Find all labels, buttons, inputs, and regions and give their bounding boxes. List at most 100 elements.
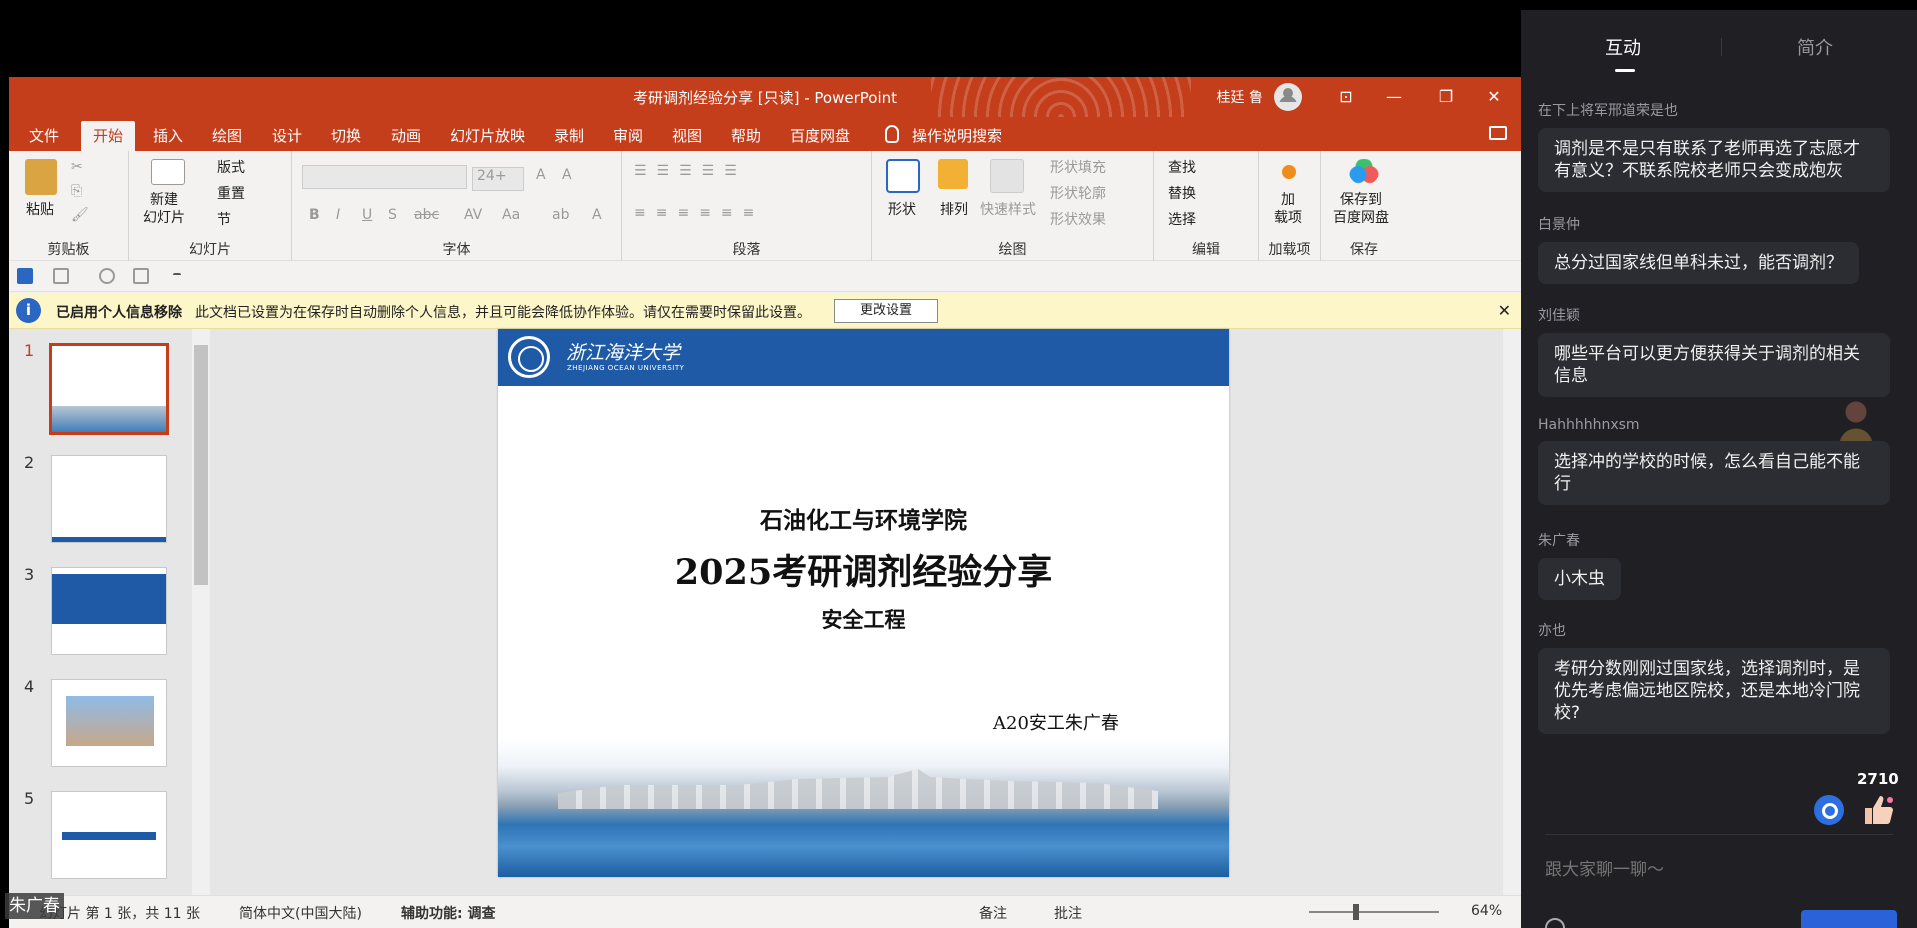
avatar[interactable]: [1274, 83, 1302, 111]
current-slide[interactable]: 浙江海洋大学 ZHEJIANG OCEAN UNIVERSITY 石油化工与环境…: [498, 329, 1229, 877]
language-status[interactable]: 简体中文(中国大陆): [239, 903, 362, 923]
shadow-icon[interactable]: S: [388, 207, 397, 223]
tab-insert[interactable]: 插入: [153, 125, 183, 146]
section-button[interactable]: 节: [217, 209, 231, 229]
shape-effects-button[interactable]: 形状效果: [1050, 209, 1106, 229]
char-spacing-icon[interactable]: AV: [464, 207, 482, 223]
chat-panel: 互动 简介 在下上将军邢道荣是也 调剂是不是只有联系了老师再选了志愿才有意义？不…: [1521, 10, 1917, 928]
message-user: Hahhhhhnxsm: [1538, 417, 1640, 433]
shape-outline-button[interactable]: 形状轮廓: [1050, 183, 1106, 203]
emoji-icon[interactable]: [1545, 918, 1565, 928]
layout-button[interactable]: 版式: [217, 157, 245, 177]
quick-access-toolbar: [9, 262, 1521, 292]
underline-icon[interactable]: U: [362, 207, 372, 223]
comments-icon[interactable]: [1489, 126, 1507, 140]
user-name[interactable]: 桂廷 鲁: [1217, 87, 1263, 107]
bold-icon[interactable]: B: [309, 207, 320, 223]
copy-icon[interactable]: ⎘: [71, 183, 82, 199]
save-baidu-button[interactable]: 保存到 百度网盘: [1333, 191, 1389, 227]
addins-button[interactable]: 加 载项: [1274, 191, 1302, 227]
shape-fill-button[interactable]: 形状填充: [1050, 157, 1106, 177]
thumb-slide-3[interactable]: [51, 567, 167, 655]
redo-icon[interactable]: [99, 268, 115, 284]
reset-button[interactable]: 重置: [217, 183, 245, 203]
thumb-slide-1[interactable]: [49, 343, 169, 435]
tab-design[interactable]: 设计: [272, 125, 302, 146]
save-icon[interactable]: [17, 268, 33, 284]
ribbon-display-icon[interactable]: ⊡: [1323, 77, 1369, 117]
message-bubble: 小木虫: [1538, 558, 1621, 600]
font-size-select[interactable]: 24+: [472, 167, 524, 191]
grow-font-icon[interactable]: A: [536, 167, 546, 183]
notes-button[interactable]: 备注: [979, 903, 1007, 923]
slide-thumbnails: 1 2 3 4 5: [9, 329, 214, 895]
find-button[interactable]: 查找: [1168, 157, 1196, 177]
zoom-knob[interactable]: [1353, 904, 1359, 920]
powerpoint-window: 考研调剂经验分享 [只读] - PowerPoint 桂廷 鲁 ⊡ — ❐ ✕ …: [9, 77, 1521, 928]
chat-input[interactable]: [1545, 855, 1893, 885]
tab-view[interactable]: 视图: [672, 125, 702, 146]
align-icons[interactable]: ≡≡≡≡≡≡: [634, 205, 764, 221]
quick-styles-button[interactable]: 快速样式: [980, 199, 1036, 219]
list-icons[interactable]: ☰☰☰☰☰: [634, 163, 747, 179]
message-user: 白景仲: [1538, 217, 1580, 233]
change-settings-button[interactable]: 更改设置: [834, 299, 938, 323]
share-icon[interactable]: [1814, 795, 1844, 825]
accessibility-status[interactable]: 辅助功能: 调查: [401, 903, 495, 923]
slide-author: A20安工朱广春: [993, 713, 1119, 734]
highlight-icon[interactable]: ab: [552, 207, 569, 223]
tab-draw[interactable]: 绘图: [212, 125, 242, 146]
editor-scrollbar[interactable]: [1503, 329, 1521, 895]
italic-icon[interactable]: I: [336, 207, 340, 223]
cut-icon[interactable]: ✂: [71, 159, 83, 175]
chat-message: 刘佳颖 哪些平台可以更方便获得关于调剂的相关信息: [1538, 305, 1890, 397]
tab-file[interactable]: 文件: [29, 125, 59, 146]
arrange-button[interactable]: 排列: [940, 199, 968, 219]
tab-help[interactable]: 帮助: [731, 125, 761, 146]
shrink-font-icon[interactable]: A: [562, 167, 572, 183]
customize-qat-icon[interactable]: [173, 273, 181, 281]
tab-intro[interactable]: 简介: [1797, 34, 1833, 60]
scroll-thumb[interactable]: [194, 345, 208, 585]
thumbnail-scrollbar[interactable]: [192, 329, 210, 895]
message-bubble: 哪些平台可以更方便获得关于调剂的相关信息: [1538, 333, 1890, 397]
zoom-level[interactable]: 64%: [1471, 903, 1502, 919]
close-icon[interactable]: ✕: [1471, 77, 1517, 117]
slide-major: 安全工程: [821, 607, 906, 632]
group-paragraph: ☰☰☰☰☰ ≡≡≡≡≡≡ 段落: [622, 151, 872, 261]
format-painter-icon[interactable]: 🖌: [71, 207, 89, 223]
restore-icon[interactable]: ❐: [1423, 77, 1469, 117]
tab-home[interactable]: 开始: [81, 121, 136, 151]
comments-button[interactable]: 批注: [1054, 903, 1082, 923]
replace-button[interactable]: 替换: [1168, 183, 1196, 203]
tab-transitions[interactable]: 切换: [331, 125, 361, 146]
baidu-cloud-icon: [1349, 159, 1379, 185]
new-slide-icon: [151, 159, 185, 185]
thumb-slide-5[interactable]: [51, 791, 167, 879]
new-slide-button[interactable]: 新建 幻灯片: [143, 191, 185, 227]
start-slideshow-icon[interactable]: [133, 268, 149, 284]
paste-button[interactable]: 粘贴: [26, 199, 54, 219]
tab-record[interactable]: 录制: [554, 125, 584, 146]
close-icon[interactable]: ✕: [1498, 301, 1511, 320]
send-button[interactable]: [1801, 910, 1897, 928]
tab-baidu[interactable]: 百度网盘: [790, 125, 850, 146]
tab-review[interactable]: 审阅: [613, 125, 643, 146]
shapes-button[interactable]: 形状: [888, 199, 916, 219]
change-case-icon[interactable]: Aa: [502, 207, 520, 223]
strikethrough-icon[interactable]: abc: [414, 207, 439, 223]
select-button[interactable]: 选择: [1168, 209, 1196, 229]
zoom-slider[interactable]: [1309, 911, 1439, 913]
tab-slideshow[interactable]: 幻灯片放映: [450, 125, 525, 146]
thumbs-up-icon[interactable]: [1861, 794, 1895, 826]
font-family-select[interactable]: [302, 165, 467, 189]
undo-icon[interactable]: [53, 268, 69, 284]
minimize-icon[interactable]: —: [1371, 77, 1417, 117]
tab-interact[interactable]: 互动: [1605, 34, 1641, 72]
thumb-slide-2[interactable]: [51, 455, 167, 543]
thumb-number: 1: [24, 341, 35, 360]
tab-animations[interactable]: 动画: [391, 125, 421, 146]
tell-me-search[interactable]: 操作说明搜索: [912, 125, 1002, 146]
thumb-slide-4[interactable]: [51, 679, 167, 767]
font-color-icon[interactable]: A: [592, 207, 602, 223]
